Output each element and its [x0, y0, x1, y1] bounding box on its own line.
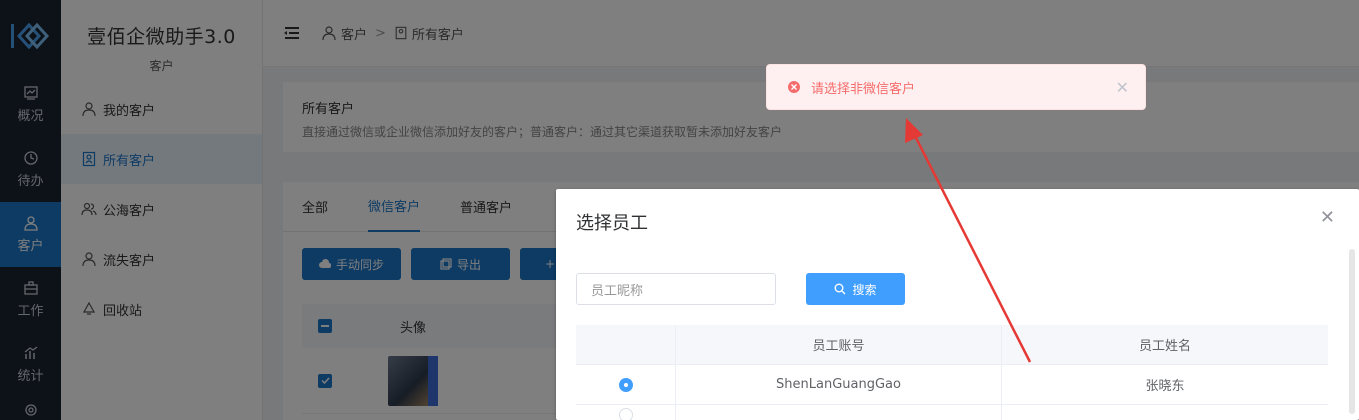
annotation-arrow — [905, 118, 1032, 363]
